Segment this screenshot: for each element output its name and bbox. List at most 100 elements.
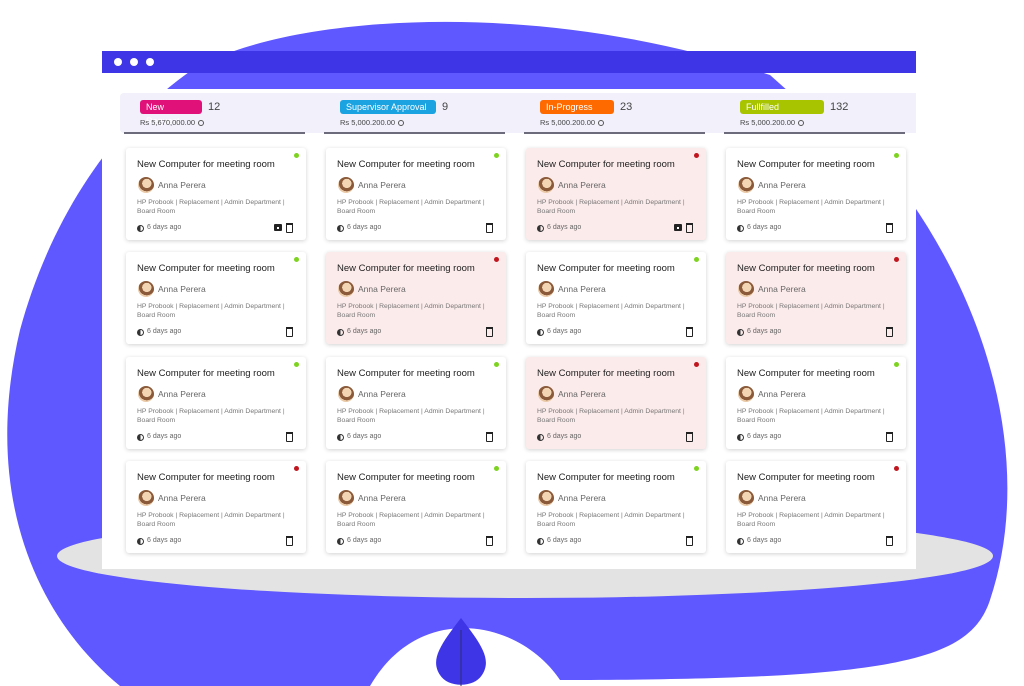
column-count: 9 [442, 101, 449, 113]
kanban-board: New Request 12 Rs 5,670,000.00 Supervisor A… [102, 89, 916, 569]
trash-icon[interactable] [886, 223, 893, 233]
request-card[interactable]: New Computer for meeting room Anna Perera… [126, 148, 306, 240]
archive-icon[interactable] [674, 224, 682, 231]
card-title: New Computer for meeting room [537, 159, 675, 170]
card-title: New Computer for meeting room [337, 368, 475, 379]
request-card[interactable]: New Computer for meeting room Anna Perera… [126, 357, 306, 449]
trash-icon[interactable] [686, 432, 693, 442]
avatar [338, 281, 354, 297]
trash-icon[interactable] [286, 432, 293, 442]
amount-value: Rs 5,000.200.00 [540, 118, 596, 127]
trash-icon[interactable] [286, 327, 293, 337]
request-card[interactable]: New Computer for meeting room Anna Perera… [126, 461, 306, 553]
window-dot-1[interactable] [114, 58, 122, 66]
request-card[interactable]: New Computer for meeting room Anna Perera… [326, 461, 506, 553]
request-card[interactable]: New Computer for meeting room Anna Perera… [526, 357, 706, 449]
request-card[interactable]: New Computer for meeting room Anna Perera… [726, 357, 906, 449]
clock-icon [137, 538, 144, 545]
status-badge[interactable]: In-Progress [540, 100, 614, 114]
card-title: New Computer for meeting room [737, 263, 875, 274]
card-title: New Computer for meeting room [137, 472, 275, 483]
priority-dot [894, 153, 899, 158]
column-count: 23 [620, 101, 633, 113]
assignee-name: Anna Perera [758, 180, 806, 190]
clock-icon [737, 434, 744, 441]
card-title: New Computer for meeting room [337, 263, 475, 274]
status-badge[interactable]: New Request [140, 100, 202, 126]
status-badge[interactable]: Fullfilled [740, 100, 824, 114]
request-card[interactable]: New Computer for meeting room Anna Perera… [726, 252, 906, 344]
info-icon[interactable] [598, 120, 605, 126]
avatar [738, 386, 754, 402]
card-age: 6 days ago [347, 537, 382, 544]
column-header: In-Progress 23 Rs 5,000.200.00 [524, 98, 705, 134]
assignee-name: Anna Perera [358, 180, 406, 190]
column-header: Fullfilled 132 Rs 5,000.200.00 [724, 98, 905, 134]
trash-icon[interactable] [286, 536, 293, 546]
info-icon[interactable] [398, 120, 405, 126]
priority-dot [694, 257, 699, 262]
assignee-name: Anna Perera [358, 493, 406, 503]
card-meta: HP Probook | Replacement | Admin Departm… [137, 303, 285, 319]
assignee-name: Anna Perera [158, 180, 206, 190]
trash-icon[interactable] [886, 327, 893, 337]
priority-dot [494, 153, 499, 158]
request-card[interactable]: New Computer for meeting room Anna Perera… [526, 461, 706, 553]
column-count: 132 [830, 101, 849, 113]
request-card[interactable]: New Computer for meeting room Anna Perera… [526, 252, 706, 344]
request-card[interactable]: New Computer for meeting room Anna Perera… [326, 252, 506, 344]
card-age: 6 days ago [747, 328, 782, 335]
card-meta: HP Probook | Replacement | Admin Departm… [137, 408, 285, 424]
clock-icon [337, 434, 344, 441]
trash-icon[interactable] [686, 327, 693, 337]
priority-dot [294, 466, 299, 471]
trash-icon[interactable] [886, 432, 893, 442]
trash-icon[interactable] [686, 223, 693, 233]
request-card[interactable]: New Computer for meeting room Anna Perera… [326, 357, 506, 449]
card-title: New Computer for meeting room [537, 472, 675, 483]
card-meta: HP Probook | Replacement | Admin Departm… [337, 408, 485, 424]
request-card[interactable]: New Computer for meeting room Anna Perera… [526, 148, 706, 240]
request-card[interactable]: New Computer for meeting room Anna Perera… [726, 461, 906, 553]
card-age: 6 days ago [147, 433, 182, 440]
clock-icon [137, 329, 144, 336]
clock-icon [737, 329, 744, 336]
clock-icon [737, 225, 744, 232]
app-window: New Request 12 Rs 5,670,000.00 Supervisor A… [102, 51, 916, 569]
window-dot-2[interactable] [130, 58, 138, 66]
priority-dot [494, 257, 499, 262]
avatar [138, 386, 154, 402]
card-meta: HP Probook | Replacement | Admin Departm… [537, 199, 685, 215]
column-count: 12 [208, 101, 221, 113]
card-meta: HP Probook | Replacement | Admin Departm… [337, 199, 485, 215]
trash-icon[interactable] [486, 223, 493, 233]
assignee-name: Anna Perera [558, 180, 606, 190]
card-meta: HP Probook | Replacement | Admin Departm… [737, 199, 885, 215]
info-icon[interactable] [198, 120, 205, 126]
trash-icon[interactable] [686, 536, 693, 546]
request-card[interactable]: New Computer for meeting room Anna Perera… [726, 148, 906, 240]
avatar [138, 490, 154, 506]
trash-icon[interactable] [886, 536, 893, 546]
trash-icon[interactable] [486, 536, 493, 546]
clock-icon [137, 434, 144, 441]
card-meta: HP Probook | Replacement | Admin Departm… [337, 512, 485, 528]
trash-icon[interactable] [486, 327, 493, 337]
column-amount: Rs 5,000.200.00 [740, 118, 805, 128]
card-title: New Computer for meeting room [137, 159, 275, 170]
card-meta: HP Probook | Replacement | Admin Departm… [537, 512, 685, 528]
amount-value: Rs 5,670,000.00 [140, 118, 196, 127]
info-icon[interactable] [798, 120, 805, 126]
request-card[interactable]: New Computer for meeting room Anna Perera… [326, 148, 506, 240]
archive-icon[interactable] [274, 224, 282, 231]
title-bar [102, 51, 916, 73]
window-dot-3[interactable] [146, 58, 154, 66]
card-age: 6 days ago [747, 224, 782, 231]
trash-icon[interactable] [286, 223, 293, 233]
request-card[interactable]: New Computer for meeting room Anna Perera… [126, 252, 306, 344]
column-amount: Rs 5,000.200.00 [540, 118, 605, 128]
clock-icon [337, 538, 344, 545]
card-age: 6 days ago [747, 433, 782, 440]
status-badge[interactable]: Supervisor Approval [340, 100, 436, 114]
trash-icon[interactable] [486, 432, 493, 442]
